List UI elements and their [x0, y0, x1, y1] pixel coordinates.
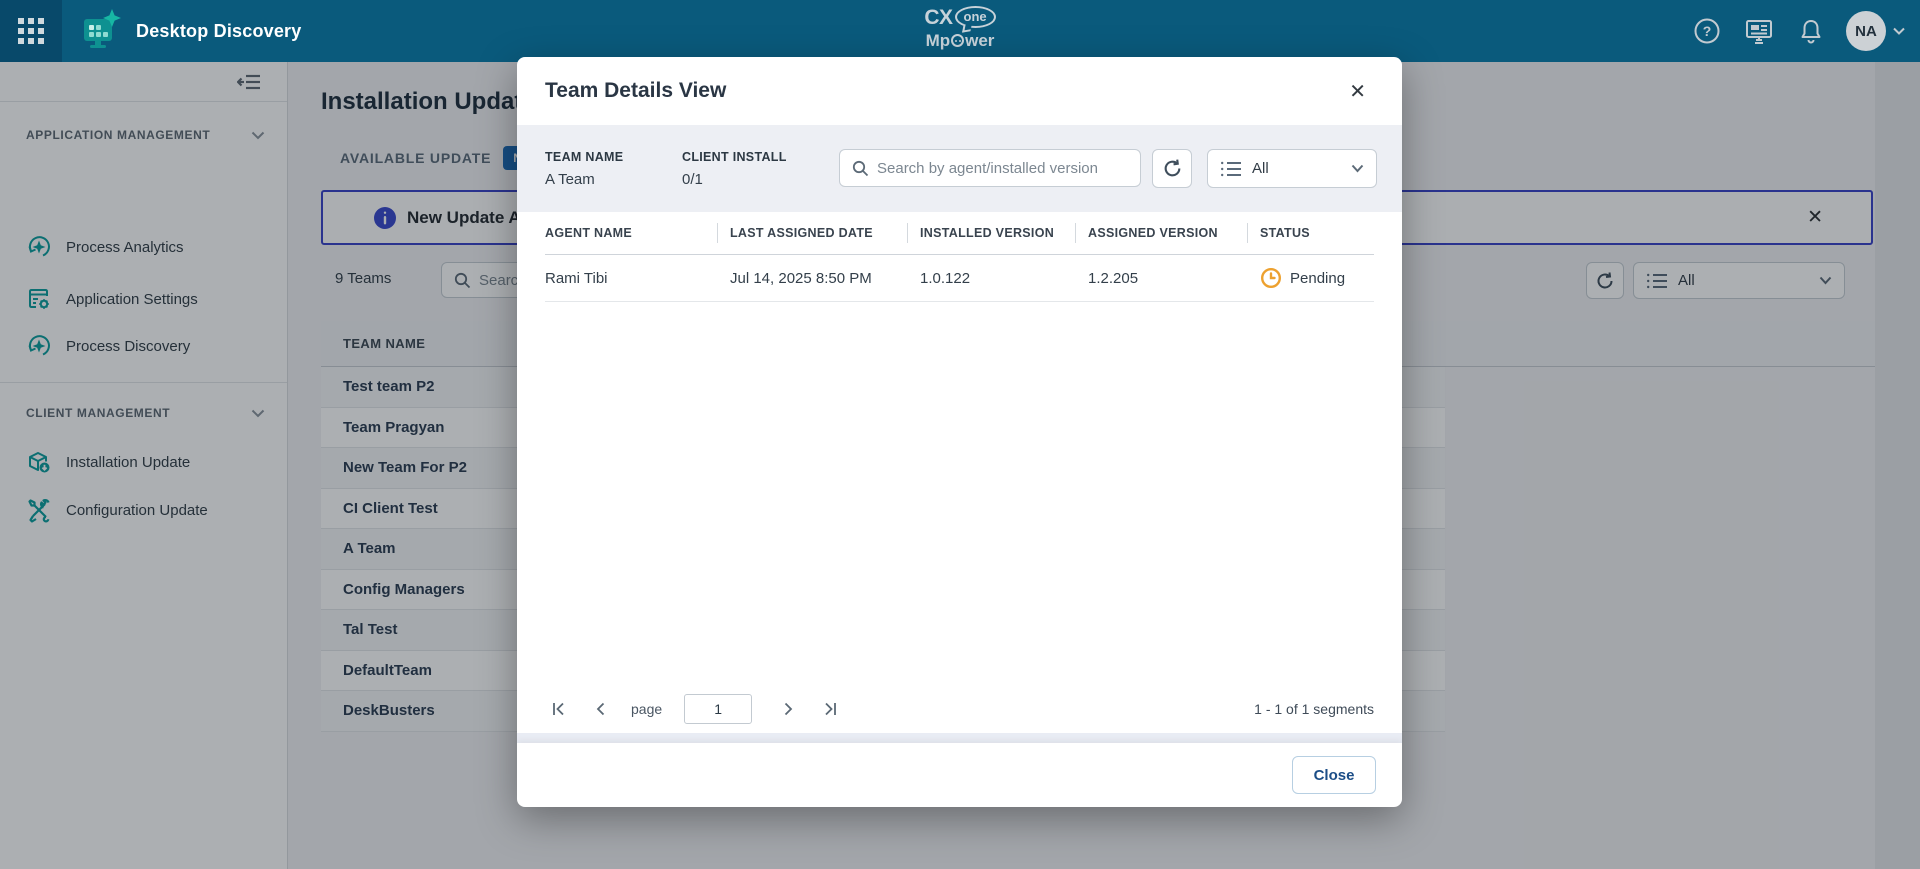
agent-table-row[interactable]: Rami Tibi Jul 14, 2025 8:50 PM 1.0.122 1…: [545, 255, 1374, 302]
client-install-summary: CLIENT INSTALL 0/1: [682, 150, 819, 188]
client-install-label: CLIENT INSTALL: [682, 150, 819, 164]
modal-close-icon[interactable]: ✕: [1341, 75, 1374, 108]
chevron-down-icon: [1892, 26, 1906, 36]
team-details-modal: Team Details View ✕ TEAM NAME A Team CLI…: [517, 57, 1402, 807]
presentation-icon[interactable]: [1742, 14, 1776, 48]
assigned-version-cell: 1.2.205: [1075, 270, 1247, 287]
page-number-input[interactable]: [684, 694, 752, 724]
page-label: page: [631, 701, 662, 717]
last-assigned-date-cell: Jul 14, 2025 8:50 PM: [717, 270, 907, 287]
next-page-icon[interactable]: [774, 695, 802, 723]
help-icon[interactable]: ?: [1690, 14, 1724, 48]
column-header-assigned-version: ASSIGNED VERSION: [1075, 226, 1247, 240]
first-page-icon[interactable]: [545, 695, 573, 723]
column-header-installed-version: INSTALLED VERSION: [907, 226, 1075, 240]
svg-text:?: ?: [1703, 23, 1712, 39]
user-menu[interactable]: NA: [1846, 11, 1906, 51]
notifications-bell-icon[interactable]: [1794, 14, 1828, 48]
column-header-last-assigned-date: LAST ASSIGNED DATE: [717, 226, 907, 240]
top-bar-actions: ?: [1690, 0, 1906, 62]
list-filter-icon: [1220, 160, 1242, 178]
app-window: Desktop Discovery CX one Mp wer ?: [0, 0, 1920, 869]
avatar[interactable]: NA: [1846, 11, 1886, 51]
cx-logo-text: CX: [924, 7, 952, 28]
pagination-summary: 1 - 1 of 1 segments: [1254, 701, 1374, 717]
search-icon: [852, 160, 869, 177]
column-header-agent-name: AGENT NAME: [545, 226, 717, 240]
client-install-value: 0/1: [682, 171, 819, 188]
agents-table-header-row: AGENT NAME LAST ASSIGNED DATE INSTALLED …: [545, 212, 1374, 255]
team-name-label: TEAM NAME: [545, 150, 682, 164]
mpower-text-right: wer: [965, 32, 994, 49]
cxone-mpower-logo: CX one Mp wer: [0, 6, 1920, 49]
modal-refresh-button[interactable]: [1152, 149, 1192, 188]
chevron-down-icon: [1351, 164, 1364, 173]
team-name-value: A Team: [545, 171, 682, 188]
modal-title: Team Details View: [545, 79, 1341, 103]
modal-filter-bar: TEAM NAME A Team CLIENT INSTALL 0/1 All: [517, 125, 1402, 212]
close-button[interactable]: Close: [1292, 756, 1376, 794]
filter-selected-value: All: [1252, 160, 1341, 177]
robot-o-icon: [951, 34, 964, 47]
refresh-icon: [1162, 158, 1183, 179]
previous-page-icon[interactable]: [587, 695, 615, 723]
top-bar: Desktop Discovery CX one Mp wer ?: [0, 0, 1920, 62]
column-header-status: STATUS: [1247, 226, 1374, 240]
status-text: Pending: [1290, 270, 1345, 287]
one-bubble: one: [955, 6, 996, 28]
modal-header: Team Details View ✕: [517, 57, 1402, 125]
agents-table: AGENT NAME LAST ASSIGNED DATE INSTALLED …: [517, 212, 1402, 733]
agent-name-cell: Rami Tibi: [545, 270, 717, 287]
installed-version-cell: 1.0.122: [907, 270, 1075, 287]
modal-footer-divider: [517, 733, 1402, 743]
status-cell: Pending: [1247, 267, 1374, 289]
status-filter-dropdown[interactable]: All: [1207, 149, 1377, 188]
mpower-text-left: Mp: [926, 32, 951, 49]
modal-footer: Close: [517, 743, 1402, 807]
agent-search-field[interactable]: [877, 160, 1128, 177]
pending-clock-icon: [1260, 267, 1282, 289]
team-name-summary: TEAM NAME A Team: [545, 150, 682, 188]
agent-search-input[interactable]: [839, 149, 1141, 187]
last-page-icon[interactable]: [816, 695, 844, 723]
pagination-bar: page 1 - 1 of 1 segments: [545, 685, 1374, 733]
